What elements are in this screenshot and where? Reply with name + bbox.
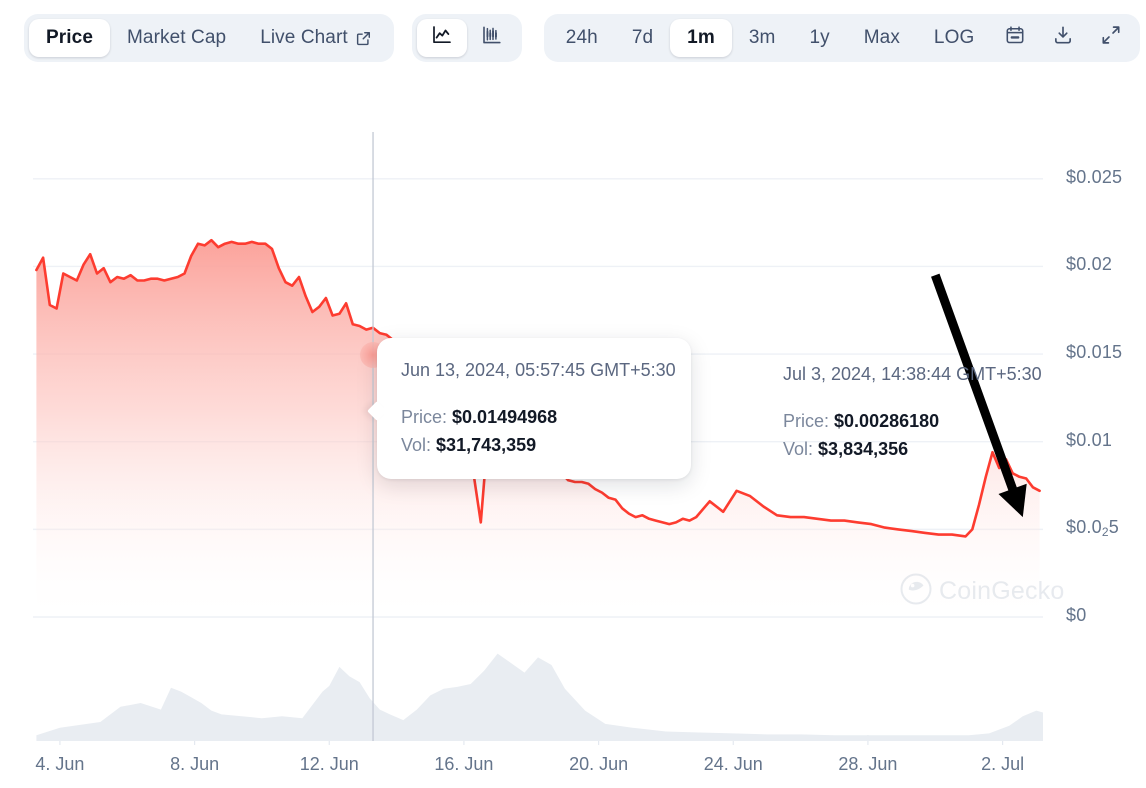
x-axis-tick-0: 4. Jun — [35, 754, 85, 774]
tooltip-primary-vol-label: Vol: — [401, 435, 432, 455]
x-axis-tick-7: 2. Jul — [981, 754, 1025, 774]
x-axis-tick-1: 8. Jun — [170, 754, 220, 774]
tab-market-cap-label: Market Cap — [126, 27, 227, 48]
tab-market-cap[interactable]: Market Cap — [110, 19, 243, 57]
chart-tooltip-primary: Jun 13, 2024, 05:57:45 GMT+5:30 Price: $… — [377, 338, 691, 479]
external-link-icon — [355, 30, 372, 47]
chart-toolbar: Price Market Cap Live Chart 24h 7d 1m 3m… — [0, 0, 1146, 76]
line-chart-icon — [430, 23, 454, 53]
range-max-label: Max — [863, 27, 900, 48]
chart-type-candlestick-button[interactable] — [467, 19, 517, 57]
expand-button[interactable] — [1087, 19, 1135, 57]
volume-bars — [36, 653, 1043, 741]
tab-live-chart-label: Live Chart — [260, 27, 348, 48]
tab-live-chart[interactable]: Live Chart — [243, 19, 389, 57]
tooltip-secondary-vol-value: $3,834,356 — [818, 439, 909, 459]
range-3m-label: 3m — [748, 27, 776, 48]
chart-type-group — [411, 14, 522, 62]
tooltip-primary-price-label: Price: — [401, 407, 448, 427]
range-24h-label: 24h — [565, 27, 598, 48]
calendar-button[interactable] — [991, 19, 1039, 57]
tab-price-label: Price — [46, 27, 93, 48]
range-24h[interactable]: 24h — [549, 19, 615, 57]
x-axis-tick-4: 20. Jun — [569, 754, 629, 774]
y-axis-tick-4: $0.025 — [1066, 517, 1119, 540]
range-1m-label: 1m — [687, 27, 715, 48]
tooltip-primary-vol-value: $31,743,359 — [436, 435, 537, 455]
x-axis-tick-3: 16. Jun — [434, 754, 494, 774]
x-axis-tick-2: 12. Jun — [299, 754, 359, 774]
range-tab-group: 24h 7d 1m 3m 1y Max LOG — [543, 14, 1141, 62]
candlestick-chart-icon — [480, 23, 504, 53]
chart-tooltip-secondary: Jul 3, 2024, 14:38:44 GMT+5:30 Price: $0… — [783, 364, 1083, 463]
tooltip-primary-price: Price: $0.01494968 — [401, 403, 667, 431]
x-axis-tick-6: 28. Jun — [838, 754, 898, 774]
tooltip-secondary-price-label: Price: — [783, 411, 830, 431]
metric-tab-group: Price Market Cap Live Chart — [24, 14, 394, 62]
calendar-icon — [1004, 24, 1026, 52]
y-axis-tick-2: $0.015 — [1066, 342, 1123, 363]
tooltip-secondary-vol-label: Vol: — [783, 439, 814, 459]
download-icon — [1052, 24, 1074, 52]
tooltip-secondary-vol: Vol: $3,834,356 — [783, 435, 1083, 463]
range-1m[interactable]: 1m — [670, 19, 732, 57]
tab-price[interactable]: Price — [29, 19, 110, 57]
y-axis-tick-0: $0.025 — [1066, 166, 1123, 187]
tooltip-primary-price-value: $0.01494968 — [452, 407, 558, 427]
tooltip-primary-date: Jun 13, 2024, 05:57:45 GMT+5:30 — [401, 360, 676, 380]
tooltip-secondary-date: Jul 3, 2024, 14:38:44 GMT+5:30 — [783, 364, 1042, 384]
range-log-label: LOG — [933, 27, 975, 48]
range-1y-label: 1y — [809, 27, 830, 48]
price-chart[interactable]: $0.025 $0.02 $0.015 $0.01 $0.025 $0 4. Jun 8. … — [0, 76, 1146, 788]
tooltip-primary-vol: Vol: $31,743,359 — [401, 431, 667, 459]
x-axis-tick-5: 24. Jun — [703, 754, 763, 774]
range-3m[interactable]: 3m — [732, 19, 793, 57]
range-log[interactable]: LOG — [917, 19, 991, 57]
download-button[interactable] — [1039, 19, 1087, 57]
expand-icon — [1100, 24, 1122, 52]
range-max[interactable]: Max — [847, 19, 917, 57]
y-axis-tick-5: $0 — [1066, 605, 1087, 625]
chart-type-line-button[interactable] — [416, 19, 467, 57]
range-7d-label: 7d — [631, 27, 654, 48]
tooltip-secondary-price: Price: $0.00286180 — [783, 407, 1083, 435]
y-axis-tick-1: $0.02 — [1066, 254, 1113, 275]
range-1y[interactable]: 1y — [792, 19, 846, 57]
range-7d[interactable]: 7d — [615, 19, 670, 57]
tooltip-secondary-price-value: $0.00286180 — [834, 411, 940, 431]
